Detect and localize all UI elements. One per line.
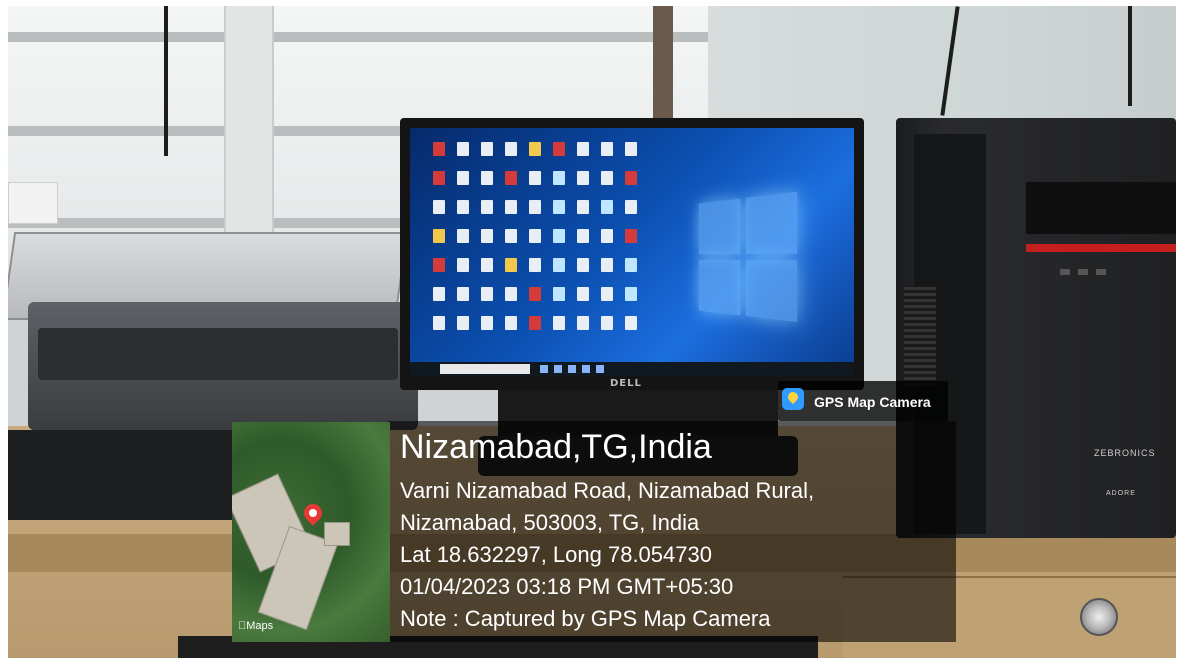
maps-logo: Maps [238,620,273,632]
tower-brand: ZEBRONICS [1094,448,1156,458]
gps-badge-label: GPS Map Camera [814,394,931,410]
gps-map-camera-icon [782,388,804,410]
location-title: Nizamabad,TG,India [400,428,712,466]
cpu-tower-panel [1026,182,1176,234]
monitor-brand: DELL [610,378,642,389]
windows-logo [698,191,802,325]
address-line-2: Nizamabad, 503003, TG, India [400,510,700,535]
cpu-tower-vent [904,286,936,386]
cable [1128,6,1132,106]
drawer-lock [1080,598,1118,636]
window-bar [8,32,708,42]
paper-stack [8,182,58,224]
taskbar-search [440,364,530,374]
address-line-1: Varni Nizamabad Road, Nizamabad Rural, [400,478,815,503]
cpu-tower-accent [1026,244,1176,252]
timestamp: 01/04/2023 03:18 PM GMT+05:30 [400,574,734,599]
cable [164,6,168,156]
printer-front [38,328,398,380]
tower-model: ADORE [1106,490,1136,497]
printer-tray [8,430,243,520]
monitor-screen [410,128,854,376]
desktop-icons [428,140,658,350]
map-thumbnail: Maps [232,422,390,642]
cpu-tower-ports [1060,260,1130,275]
map-pin-icon [300,500,326,526]
taskbar [410,362,854,376]
coordinates: Lat 18.632297, Long 78.054730 [400,542,712,567]
capture-note: Note : Captured by GPS Map Camera [400,606,771,631]
